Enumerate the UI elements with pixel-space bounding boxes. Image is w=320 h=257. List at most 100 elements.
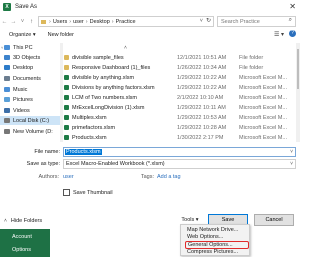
menu-item-general-options[interactable]: General Options... <box>185 241 249 249</box>
sidebar-item-videos[interactable]: Videos <box>0 106 62 115</box>
address-dropdown-icon[interactable]: ˅ <box>200 18 203 24</box>
excel-file-icon <box>64 105 69 110</box>
sidebar-item-new-volume[interactable]: New Volume (D: <box>0 127 62 136</box>
file-row[interactable]: Multiples.xlsm 1/29/2022 10:53 AM Micros… <box>64 113 296 122</box>
folder-icon <box>64 65 69 70</box>
file-row[interactable]: MrExcelLongDivision (1).xlsm 1/29/2022 1… <box>64 103 296 112</box>
hide-folders-button[interactable]: ˄ Hide Folders <box>4 212 42 229</box>
excel-file-icon <box>64 135 69 140</box>
help-icon[interactable]: ? <box>289 30 296 37</box>
breadcrumb-separator: › <box>49 18 51 25</box>
tags-input[interactable]: Add a tag <box>157 174 181 180</box>
menu-item-web-options[interactable]: Web Options... <box>185 234 249 242</box>
options-menu-item[interactable]: Options <box>12 247 31 253</box>
file-date: 1/29/2022 10:53 AM <box>177 114 227 121</box>
pictures-icon <box>4 97 10 102</box>
up-arrow-icon[interactable]: ↑ <box>27 19 36 25</box>
title-bar: X Save As ✕ <box>0 0 300 14</box>
back-arrow-icon[interactable]: ← <box>0 19 9 25</box>
chevron-down-icon[interactable]: ˅ <box>1 45 3 50</box>
account-menu-item[interactable]: Account <box>12 234 32 240</box>
chevron-down-icon[interactable]: ˅ <box>290 161 293 167</box>
refresh-icon[interactable]: ↻ <box>206 17 211 24</box>
menu-item-compress-pictures[interactable]: Compress Pictures... <box>185 249 249 257</box>
sidebar-item-label: 3D Objects <box>13 54 41 61</box>
breadcrumb-desktop[interactable]: Desktop <box>90 19 110 25</box>
breadcrumb-user[interactable]: user <box>73 19 84 25</box>
chevron-up-icon: ˄ <box>4 217 7 224</box>
address-bar[interactable]: › Users › user › Desktop › Practice ˅ ↻ <box>38 16 214 27</box>
cancel-button[interactable]: Cancel <box>254 214 294 226</box>
file-name: primefactors.xlsm <box>72 124 116 131</box>
search-input[interactable]: Search Practice ⌕ <box>217 16 296 27</box>
sidebar-item-local-disk[interactable]: Local Disk (C:) <box>0 116 62 125</box>
sidebar-item-label: This PC <box>13 44 33 51</box>
menu-item-map-network-drive[interactable]: Map Network Drive... <box>185 226 249 234</box>
sidebar-item-documents[interactable]: Documents <box>0 74 62 83</box>
file-type: Microsoft Excel M... <box>239 74 287 81</box>
search-placeholder: Search Practice <box>221 18 260 25</box>
file-type: File folder <box>239 64 264 71</box>
file-row[interactable]: Products.xlsm 1/30/2022 2:17 PM Microsof… <box>64 133 296 142</box>
sidebar-item-music[interactable]: Music <box>0 85 62 94</box>
sort-chevron-icon[interactable]: ˄ <box>124 45 127 51</box>
view-options-icon[interactable]: ☰ ▾ <box>274 31 284 38</box>
file-name-input[interactable]: Products.xlsm ˅ <box>63 147 296 157</box>
sidebar-item-label: Documents <box>13 75 41 82</box>
scrollbar-thumb[interactable] <box>297 49 299 89</box>
folder-icon <box>41 19 46 24</box>
file-name-value: Products.xlsm <box>65 149 102 155</box>
file-type: Microsoft Excel M... <box>239 104 287 111</box>
file-row[interactable]: divisible by anything.xlsm 1/29/2022 10:… <box>64 73 296 82</box>
new-folder-button[interactable]: New folder <box>48 32 74 38</box>
sidebar-item-label: Videos <box>13 107 30 114</box>
sidebar-item-label: Music <box>13 86 28 93</box>
save-type-value: Excel Macro-Enabled Workbook (*.xlsm) <box>66 161 165 167</box>
sidebar-item-label: New Volume (D: <box>13 128 53 135</box>
organize-button[interactable]: Organize ▾ <box>9 32 36 38</box>
excel-file-icon <box>64 95 69 100</box>
authors-value[interactable]: user <box>63 174 74 180</box>
sidebar-item-desktop[interactable]: Desktop <box>0 63 62 72</box>
excel-app-icon: X <box>3 3 11 11</box>
file-type: Microsoft Excel M... <box>239 114 287 121</box>
sidebar-item-label: Desktop <box>13 64 34 71</box>
excel-file-icon <box>64 115 69 120</box>
sidebar-item-3d-objects[interactable]: 3D Objects <box>0 53 62 62</box>
chevron-down-icon[interactable]: ˅ <box>290 149 293 155</box>
drive-icon <box>4 118 10 123</box>
sidebar-item-label: Pictures <box>13 96 33 103</box>
close-icon[interactable]: ✕ <box>289 2 296 11</box>
sidebar-item-this-pc[interactable]: ˅ This PC <box>0 43 62 52</box>
recent-locations-icon[interactable]: ˅ <box>18 19 27 25</box>
file-type: Microsoft Excel M... <box>239 124 287 131</box>
file-row[interactable]: primefactors.xlsm 1/29/2022 10:28 AM Mic… <box>64 123 296 132</box>
authors-label: Authors: <box>38 174 59 180</box>
breadcrumb-separator: › <box>69 18 72 25</box>
file-date: 1/29/2022 10:11 AM <box>177 104 226 111</box>
file-row[interactable]: LCM of Two numbers.xlsm 2/1/2022 10:10 A… <box>64 93 296 102</box>
file-name: divisible by anything.xlsm <box>72 74 135 81</box>
file-list-scrollbar[interactable] <box>296 43 300 142</box>
file-row[interactable]: divisible sample_files 12/1/2021 10:51 A… <box>64 53 296 62</box>
command-bar: Organize ▾ New folder ☰ ▾ ? <box>0 29 300 41</box>
navigation-pane: ˅ This PC 3D Objects Desktop Documents M… <box>0 43 63 142</box>
music-icon <box>4 87 10 92</box>
save-thumbnail-checkbox[interactable] <box>63 189 70 196</box>
sidebar-scrollbar[interactable] <box>60 43 63 142</box>
navigation-bar: ← → ˅ ↑ › Users › user › Desktop › Pract… <box>0 14 300 29</box>
breadcrumb-practice[interactable]: Practice <box>116 19 136 25</box>
file-row[interactable]: Responsive Dashboard (1)_files 1/26/2022… <box>64 63 296 72</box>
excel-backstage-sidebar: Account Options <box>0 229 50 257</box>
save-type-select[interactable]: Excel Macro-Enabled Workbook (*.xlsm) ˅ <box>63 159 296 169</box>
file-date: 1/29/2022 10:28 AM <box>177 124 227 131</box>
sidebar-item-pictures[interactable]: Pictures <box>0 95 62 104</box>
forward-arrow-icon[interactable]: → <box>9 19 18 25</box>
file-row[interactable]: Divisions by anything factors.xlsm 1/29/… <box>64 83 296 92</box>
breadcrumb-users[interactable]: Users <box>53 19 67 25</box>
sidebar-item-label: Local Disk (C:) <box>13 117 50 124</box>
file-date: 1/30/2022 2:17 PM <box>177 134 224 141</box>
desktop-icon <box>4 65 10 70</box>
excel-file-icon <box>64 85 69 90</box>
file-date: 12/1/2021 10:51 AM <box>177 54 227 61</box>
